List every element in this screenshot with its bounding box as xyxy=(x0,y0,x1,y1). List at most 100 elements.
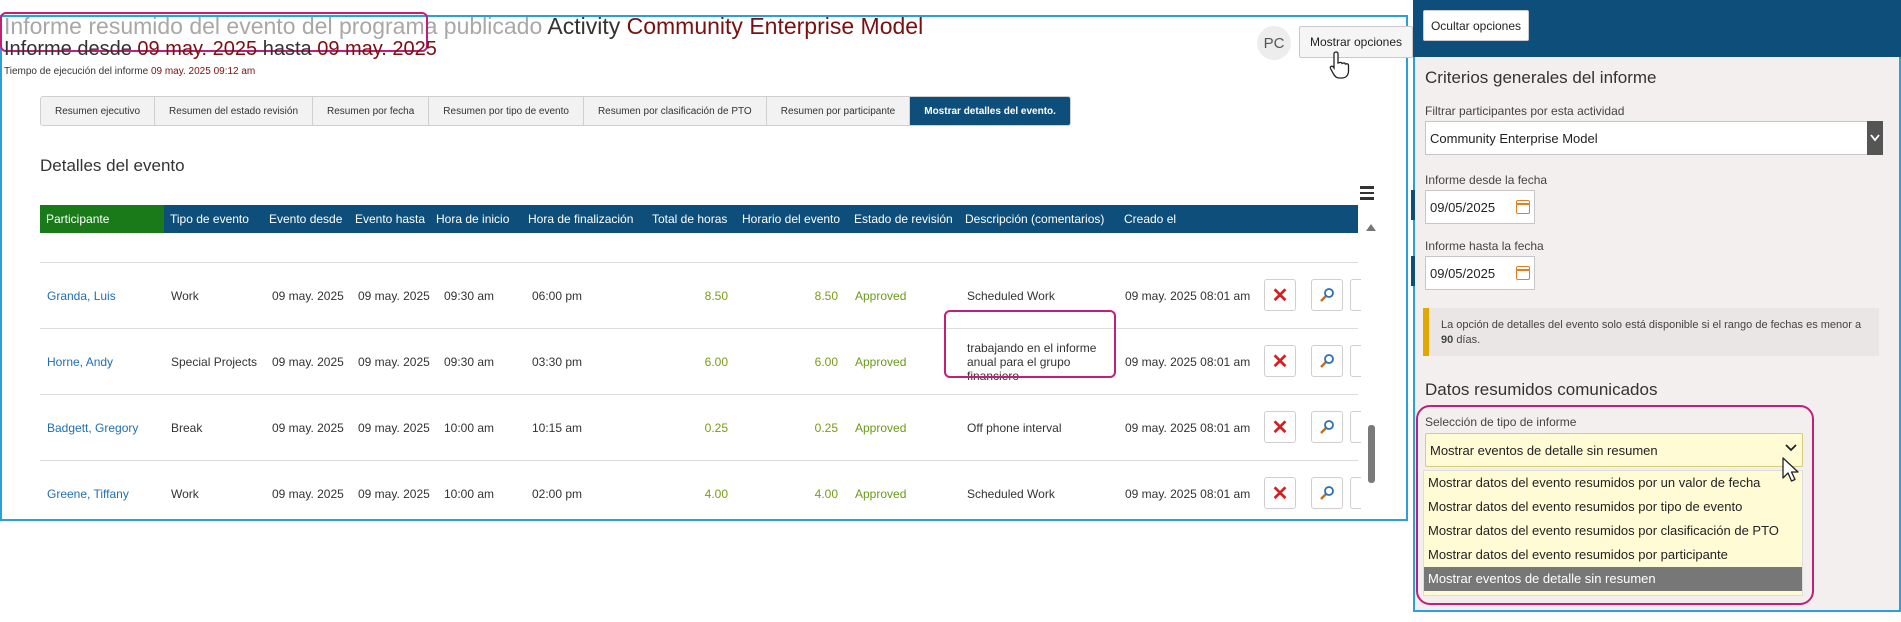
delete-button[interactable]: ✕ xyxy=(1264,345,1296,377)
tab-executive-summary[interactable]: Resumen ejecutivo xyxy=(41,97,156,125)
tab-participant-summary[interactable]: Resumen por participante xyxy=(766,97,911,125)
table-scrollbar[interactable] xyxy=(1368,425,1375,483)
col-start-time[interactable]: Hora de inicio xyxy=(436,205,509,233)
event-schedule: 6.00 xyxy=(814,355,838,369)
select-arrow-button[interactable] xyxy=(1867,121,1883,155)
more-actions-button[interactable] xyxy=(1350,477,1361,509)
show-options-button[interactable]: Mostrar opciones xyxy=(1299,26,1413,58)
event-schedule: 8.50 xyxy=(814,289,838,303)
start-time: 09:30 am xyxy=(444,355,495,369)
col-review-status[interactable]: Estado de revisión xyxy=(854,205,953,233)
tab-event-type-summary[interactable]: Resumen por tipo de evento xyxy=(429,97,584,125)
created-at: 09 may. 2025 08:01 am xyxy=(1125,289,1251,303)
participant-link[interactable]: Granda, Luis xyxy=(47,289,116,303)
event-to: 09 may. 2025 xyxy=(358,487,430,501)
description-highlight-box xyxy=(944,310,1116,378)
description: Off phone interval xyxy=(967,421,1062,435)
col-description[interactable]: Descripción (comentarios) xyxy=(965,205,1104,233)
avatar[interactable]: PC xyxy=(1257,26,1291,60)
hide-options-button[interactable]: Ocultar opciones xyxy=(1423,10,1529,41)
event-from: 09 may. 2025 xyxy=(272,289,344,303)
table-row: Granda, Luis Work 09 may. 2025 09 may. 2… xyxy=(40,262,1361,329)
from-date-input[interactable]: 09/05/2025 xyxy=(1425,190,1535,224)
col-end-time[interactable]: Hora de finalización xyxy=(528,205,633,233)
col-event-type[interactable]: Tipo de evento xyxy=(170,205,249,233)
col-total-hours[interactable]: Total de horas xyxy=(652,205,727,233)
notice-suffix: días. xyxy=(1456,334,1481,346)
runtime-label: Tiempo de ejecución del informe xyxy=(4,66,149,77)
field-marker xyxy=(1411,190,1415,220)
participant-link[interactable]: Horne, Andy xyxy=(47,355,113,369)
delete-button[interactable]: ✕ xyxy=(1264,279,1296,311)
created-at: 09 may. 2025 08:01 am xyxy=(1125,487,1251,501)
end-time: 06:00 pm xyxy=(532,289,583,303)
view-details-button[interactable] xyxy=(1311,279,1343,311)
notice-text: La opción de detalles del evento solo es… xyxy=(1441,319,1862,331)
section-title: Detalles del evento xyxy=(40,156,185,175)
to-date-input[interactable]: 09/05/2025 xyxy=(1425,256,1535,290)
scroll-up-arrow-icon[interactable] xyxy=(1366,224,1376,231)
report-runtime: Tiempo de ejecución del informe 09 may. … xyxy=(4,66,255,77)
delete-button[interactable]: ✕ xyxy=(1264,477,1296,509)
col-event-schedule[interactable]: Horario del evento xyxy=(742,205,840,233)
hamburger-menu-icon[interactable] xyxy=(1360,186,1374,202)
tab-event-details[interactable]: Mostrar detalles del evento. xyxy=(910,97,1070,125)
created-at: 09 may. 2025 08:01 am xyxy=(1125,421,1251,435)
date-range-prefix: Informe desde xyxy=(4,38,132,60)
more-actions-button[interactable] xyxy=(1350,411,1361,443)
close-icon: ✕ xyxy=(1271,416,1289,439)
table-header: Participante Tipo de evento Evento desde… xyxy=(40,205,1358,233)
close-icon: ✕ xyxy=(1271,482,1289,505)
calendar-icon[interactable] xyxy=(1516,266,1530,280)
report-title-activity: Activity xyxy=(547,13,621,39)
created-at: 09 may. 2025 08:01 am xyxy=(1125,355,1251,369)
tab-review-status-summary[interactable]: Resumen del estado revisión xyxy=(155,97,314,125)
view-details-button[interactable] xyxy=(1311,477,1343,509)
view-details-button[interactable] xyxy=(1311,345,1343,377)
tab-pto-summary[interactable]: Resumen por clasificación de PTO xyxy=(583,97,767,125)
col-event-to[interactable]: Evento hasta xyxy=(355,205,425,233)
tab-date-summary[interactable]: Resumen por fecha xyxy=(313,97,430,125)
close-icon: ✕ xyxy=(1271,350,1289,373)
activity-filter-value: Community Enterprise Model xyxy=(1430,130,1598,146)
more-actions-button[interactable] xyxy=(1350,345,1361,377)
calendar-icon[interactable] xyxy=(1516,200,1530,214)
event-type: Special Projects xyxy=(171,355,258,369)
magnifier-icon xyxy=(1320,288,1334,302)
notice-days: 90 xyxy=(1441,334,1454,346)
table-row: Greene, Tiffany Work 09 may. 2025 09 may… xyxy=(40,460,1361,519)
review-status: Approved xyxy=(855,289,907,303)
participant-link[interactable]: Badgett, Gregory xyxy=(47,421,138,435)
more-actions-button[interactable] xyxy=(1350,279,1361,311)
participant-link[interactable]: Greene, Tiffany xyxy=(47,487,129,501)
event-type: Work xyxy=(171,289,199,303)
filter-label: Filtrar participantes por esta actividad xyxy=(1425,104,1625,118)
start-time: 09:30 am xyxy=(444,289,495,303)
end-time: 10:15 am xyxy=(532,421,583,435)
event-type: Work xyxy=(171,487,199,501)
date-range-mid: hasta xyxy=(262,38,312,60)
total-hours: 0.25 xyxy=(704,421,728,435)
col-created[interactable]: Creado el xyxy=(1124,205,1176,233)
to-date-value: 09/05/2025 xyxy=(1430,265,1496,281)
end-time: 02:00 pm xyxy=(532,487,583,501)
event-type: Break xyxy=(171,421,203,435)
table-row: Badgett, Gregory Break 09 may. 2025 09 m… xyxy=(40,394,1361,461)
magnifier-icon xyxy=(1320,420,1334,434)
from-date-label: Informe desde la fecha xyxy=(1425,173,1548,187)
field-marker xyxy=(1411,256,1415,286)
runtime-value: 09 may. 2025 09:12 am xyxy=(150,66,256,77)
view-details-button[interactable] xyxy=(1311,411,1343,443)
event-schedule: 0.25 xyxy=(814,421,838,435)
total-hours: 8.50 xyxy=(704,289,728,303)
close-icon: ✕ xyxy=(1271,284,1289,307)
col-event-from[interactable]: Evento desde xyxy=(269,205,342,233)
activity-filter-select[interactable]: Community Enterprise Model xyxy=(1425,121,1875,155)
description: Scheduled Work xyxy=(967,289,1055,303)
col-participant[interactable]: Participante xyxy=(40,205,164,233)
total-hours: 4.00 xyxy=(704,487,728,501)
event-to: 09 may. 2025 xyxy=(358,289,430,303)
description: Scheduled Work xyxy=(967,487,1055,501)
magnifier-icon xyxy=(1320,354,1334,368)
delete-button[interactable]: ✕ xyxy=(1264,411,1296,443)
